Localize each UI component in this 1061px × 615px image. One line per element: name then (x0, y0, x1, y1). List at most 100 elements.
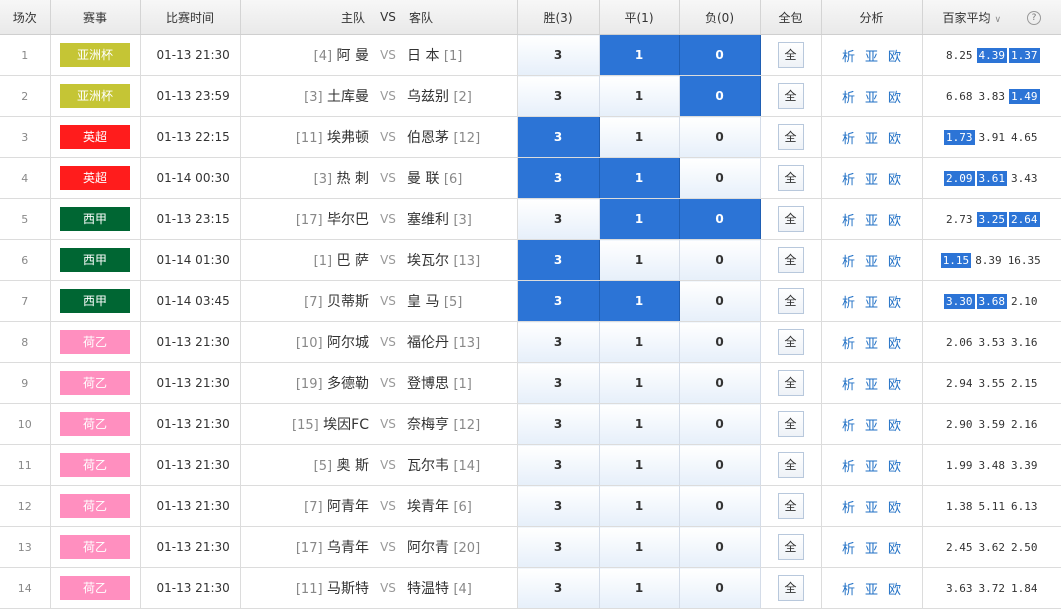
pick-w[interactable]: 3 (517, 485, 600, 527)
analysis-link[interactable]: 析 (842, 132, 855, 147)
pick-d[interactable]: 1 (599, 567, 680, 609)
home-team[interactable]: [7] 贝蒂斯 (240, 280, 371, 322)
pick-d[interactable]: 1 (599, 526, 680, 568)
pick-d[interactable]: 1 (599, 321, 680, 363)
help-icon[interactable]: ? (1027, 11, 1042, 25)
asia-link[interactable]: 亚 (865, 173, 878, 188)
asia-link[interactable]: 亚 (865, 214, 878, 229)
pick-d[interactable]: 1 (599, 198, 680, 240)
pick-d[interactable]: 1 (599, 485, 680, 527)
asia-link[interactable]: 亚 (865, 132, 878, 147)
home-team[interactable]: [19] 多德勒 (240, 362, 371, 404)
league-badge[interactable]: 荷乙 (60, 412, 130, 436)
league-badge[interactable]: 西甲 (60, 207, 130, 231)
europe-link[interactable]: 欧 (888, 214, 901, 229)
pick-l[interactable]: 0 (679, 116, 761, 158)
pick-l[interactable]: 0 (679, 485, 761, 527)
league-badge[interactable]: 西甲 (60, 248, 130, 272)
away-team[interactable]: 伯恩茅 [12] (405, 116, 518, 158)
allpack-button[interactable]: 全 (777, 124, 804, 150)
europe-link[interactable]: 欧 (888, 132, 901, 147)
home-team[interactable]: [17] 乌青年 (240, 526, 371, 568)
away-team[interactable]: 日 本 [1] (405, 34, 518, 76)
analysis-link[interactable]: 析 (842, 419, 855, 434)
pick-l[interactable]: 0 (679, 362, 761, 404)
europe-link[interactable]: 欧 (888, 173, 901, 188)
europe-link[interactable]: 欧 (888, 501, 901, 516)
home-team[interactable]: [5] 奥 斯 (240, 444, 371, 486)
europe-link[interactable]: 欧 (888, 583, 901, 598)
allpack-button[interactable]: 全 (777, 329, 804, 355)
europe-link[interactable]: 欧 (888, 542, 901, 557)
pick-w[interactable]: 3 (517, 362, 600, 404)
league-badge[interactable]: 荷乙 (60, 453, 130, 477)
home-team[interactable]: [7] 阿青年 (240, 485, 371, 527)
allpack-button[interactable]: 全 (777, 452, 804, 478)
pick-w[interactable]: 3 (517, 239, 600, 281)
home-team[interactable]: [17] 毕尔巴 (240, 198, 371, 240)
pick-l[interactable]: 0 (679, 34, 761, 76)
allpack-button[interactable]: 全 (777, 493, 804, 519)
allpack-button[interactable]: 全 (777, 370, 804, 396)
pick-l[interactable]: 0 (679, 526, 761, 568)
europe-link[interactable]: 欧 (888, 296, 901, 311)
europe-link[interactable]: 欧 (888, 255, 901, 270)
pick-l[interactable]: 0 (679, 157, 761, 199)
home-team[interactable]: [11] 埃弗顿 (240, 116, 371, 158)
pick-l[interactable]: 0 (679, 567, 761, 609)
pick-w[interactable]: 3 (517, 157, 600, 199)
allpack-button[interactable]: 全 (777, 575, 804, 601)
pick-w[interactable]: 3 (517, 321, 600, 363)
away-team[interactable]: 埃青年 [6] (405, 485, 518, 527)
league-badge[interactable]: 荷乙 (60, 371, 130, 395)
league-badge[interactable]: 亚洲杯 (60, 84, 130, 108)
league-badge[interactable]: 荷乙 (60, 494, 130, 518)
analysis-link[interactable]: 析 (842, 296, 855, 311)
pick-w[interactable]: 3 (517, 75, 600, 117)
pick-d[interactable]: 1 (599, 75, 680, 117)
analysis-link[interactable]: 析 (842, 501, 855, 516)
away-team[interactable]: 皇 马 [5] (405, 280, 518, 322)
asia-link[interactable]: 亚 (865, 50, 878, 65)
europe-link[interactable]: 欧 (888, 419, 901, 434)
away-team[interactable]: 福伦丹 [13] (405, 321, 518, 363)
asia-link[interactable]: 亚 (865, 583, 878, 598)
europe-link[interactable]: 欧 (888, 91, 901, 106)
pick-d[interactable]: 1 (599, 239, 680, 281)
analysis-link[interactable]: 析 (842, 214, 855, 229)
pick-d[interactable]: 1 (599, 280, 680, 322)
header-avg[interactable]: 百家平均 ∨? (922, 0, 1061, 35)
league-badge[interactable]: 英超 (60, 125, 130, 149)
home-team[interactable]: [3] 土库曼 (240, 75, 371, 117)
league-badge[interactable]: 亚洲杯 (60, 43, 130, 67)
home-team[interactable]: [4] 阿 曼 (240, 34, 371, 76)
pick-w[interactable]: 3 (517, 444, 600, 486)
pick-d[interactable]: 1 (599, 444, 680, 486)
pick-l[interactable]: 0 (679, 239, 761, 281)
asia-link[interactable]: 亚 (865, 337, 878, 352)
allpack-button[interactable]: 全 (777, 42, 804, 68)
analysis-link[interactable]: 析 (842, 460, 855, 475)
pick-l[interactable]: 0 (679, 75, 761, 117)
analysis-link[interactable]: 析 (842, 337, 855, 352)
asia-link[interactable]: 亚 (865, 91, 878, 106)
pick-w[interactable]: 3 (517, 403, 600, 445)
away-team[interactable]: 阿尔青 [20] (405, 526, 518, 568)
analysis-link[interactable]: 析 (842, 542, 855, 557)
asia-link[interactable]: 亚 (865, 501, 878, 516)
pick-l[interactable]: 0 (679, 198, 761, 240)
pick-w[interactable]: 3 (517, 34, 600, 76)
europe-link[interactable]: 欧 (888, 337, 901, 352)
pick-d[interactable]: 1 (599, 34, 680, 76)
away-team[interactable]: 奈梅亨 [12] (405, 403, 518, 445)
analysis-link[interactable]: 析 (842, 583, 855, 598)
pick-d[interactable]: 1 (599, 116, 680, 158)
away-team[interactable]: 埃瓦尔 [13] (405, 239, 518, 281)
pick-l[interactable]: 0 (679, 403, 761, 445)
analysis-link[interactable]: 析 (842, 91, 855, 106)
allpack-button[interactable]: 全 (777, 288, 804, 314)
home-team[interactable]: [1] 巴 萨 (240, 239, 371, 281)
allpack-button[interactable]: 全 (777, 165, 804, 191)
chevron-down-icon[interactable]: ∨ (994, 15, 1001, 25)
pick-w[interactable]: 3 (517, 526, 600, 568)
